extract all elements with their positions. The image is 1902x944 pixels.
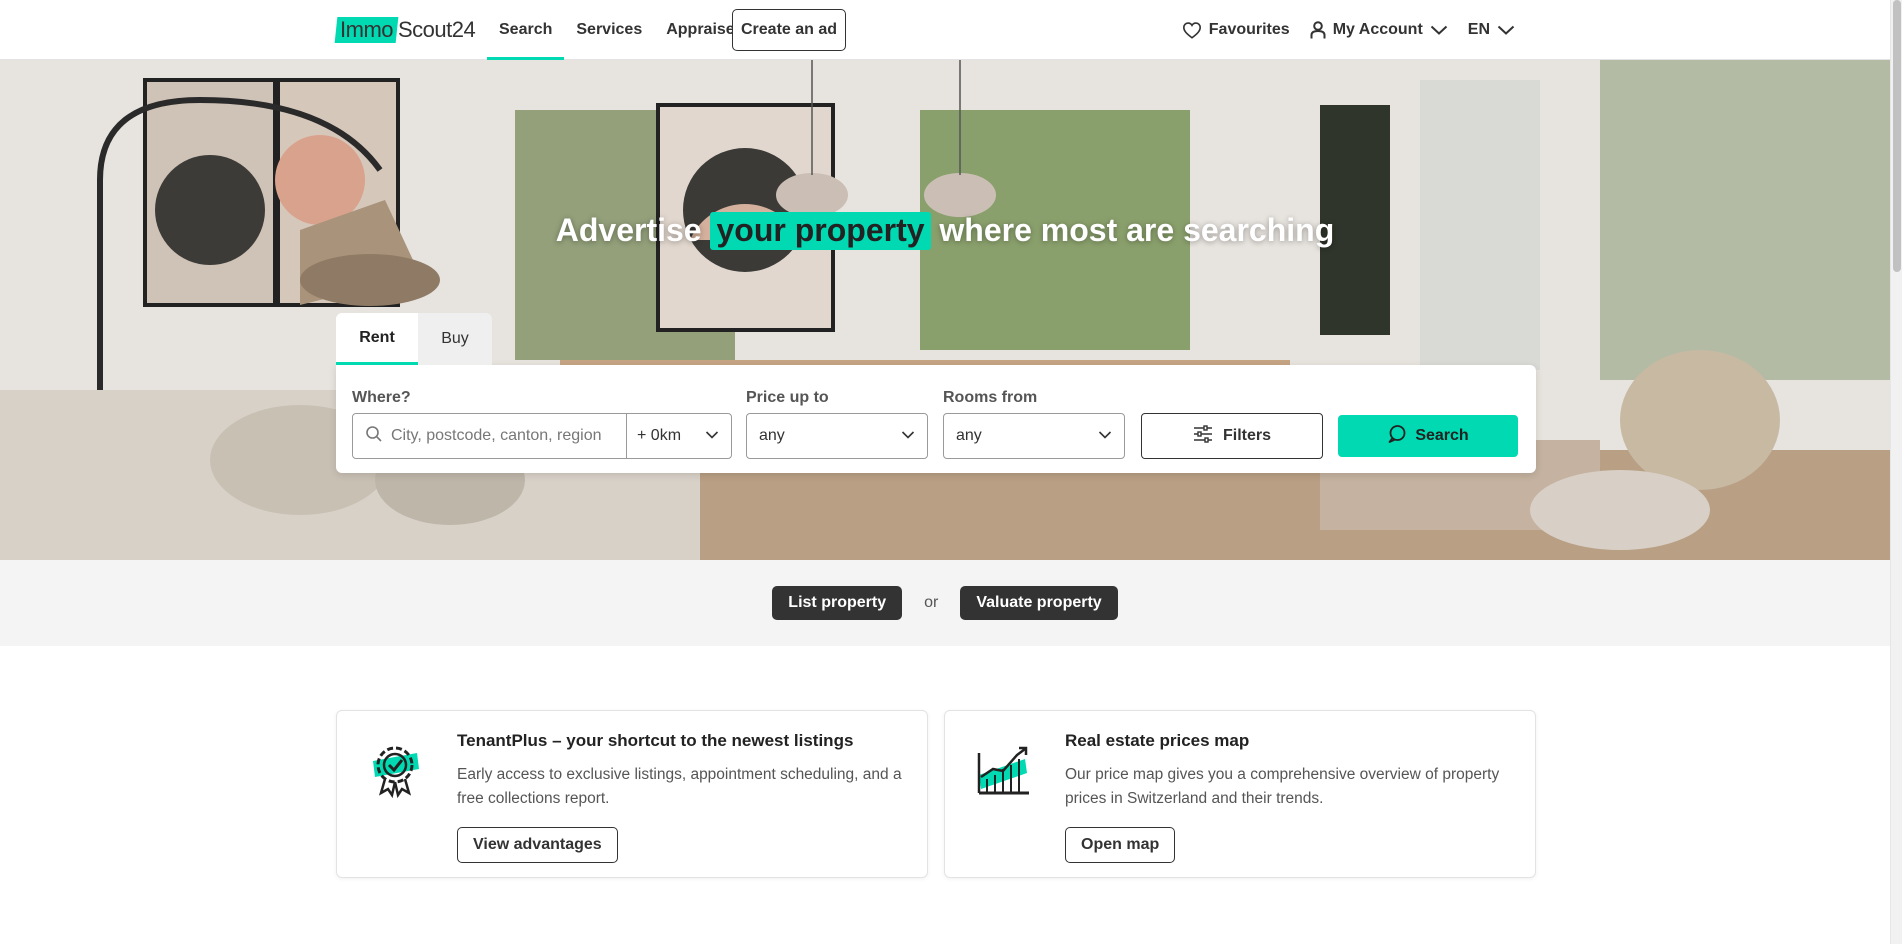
rooms-select[interactable]: any [943, 413, 1125, 459]
card-text: Our price map gives you a comprehensive … [1065, 766, 1500, 807]
hero-title-post: where most are searching [939, 212, 1335, 248]
user-icon [1310, 21, 1326, 39]
location-input-wrapper[interactable] [353, 414, 627, 458]
tenantplus-card: TenantPlus – your shortcut to the newest… [336, 710, 928, 878]
hero-title-pre: Advertise [555, 212, 702, 248]
valuate-property-button[interactable]: Valuate property [960, 586, 1118, 620]
chevron-down-icon [705, 427, 719, 445]
language-select[interactable]: EN [1468, 21, 1515, 39]
scrollbar-thumb[interactable] [1893, 0, 1901, 272]
favourites-link[interactable]: Favourites [1182, 21, 1290, 39]
main-nav: Search Services Appraise [487, 0, 747, 60]
cta-strip: List property or Valuate property [0, 560, 1890, 646]
card-text: Early access to exclusive listings, appo… [457, 766, 902, 807]
my-account-label: My Account [1332, 21, 1423, 38]
search-panel: Where? + 0km Price up to any Rooms from … [336, 365, 1536, 473]
logo-text-immo: Immo [340, 17, 393, 42]
hero-banner: Advertise your property where most are s… [0, 60, 1890, 560]
price-value: any [759, 427, 785, 444]
card-title: Real estate prices map [1065, 731, 1250, 750]
filters-button[interactable]: Filters [1141, 413, 1323, 459]
badge-check-icon [365, 739, 425, 799]
rooms-label: Rooms from [943, 389, 1038, 406]
view-advantages-button[interactable]: View advantages [457, 827, 618, 863]
price-chart-icon [973, 739, 1033, 799]
logo-text-scout24: Scout24 [398, 17, 476, 42]
where-label: Where? [352, 389, 411, 406]
tab-buy[interactable]: Buy [418, 313, 492, 365]
radius-value: + 0km [637, 427, 682, 444]
price-select[interactable]: any [746, 413, 928, 459]
or-separator: or [924, 594, 939, 611]
header-actions: Favourites My Account EN [1182, 0, 1515, 60]
chat-search-icon [1387, 424, 1407, 449]
sliders-icon [1193, 424, 1213, 448]
card-title: TenantPlus – your shortcut to the newest… [457, 731, 854, 750]
favourites-label: Favourites [1208, 21, 1290, 38]
price-map-card: Real estate prices map Our price map giv… [944, 710, 1536, 878]
location-input[interactable] [391, 427, 611, 445]
tab-rent[interactable]: Rent [336, 313, 418, 365]
my-account-menu[interactable]: My Account [1310, 21, 1448, 39]
radius-select[interactable]: + 0km [627, 414, 731, 458]
chevron-down-icon [1497, 24, 1515, 36]
chevron-down-icon [1098, 427, 1112, 445]
rent-buy-tabs: Rent Buy [336, 313, 492, 365]
location-search-box: + 0km [352, 413, 732, 459]
language-label: EN [1467, 21, 1490, 38]
price-label: Price up to [746, 389, 829, 406]
top-header: Immo Scout24 Search Services Appraise Cre… [0, 0, 1890, 60]
nav-services[interactable]: Services [564, 0, 654, 60]
hero-title-highlight: your property [710, 212, 931, 250]
logo-mark: Immo [334, 17, 399, 43]
nav-search[interactable]: Search [487, 0, 565, 60]
list-property-button[interactable]: List property [772, 586, 903, 620]
filters-label: Filters [1222, 427, 1271, 444]
chevron-down-icon [901, 427, 915, 445]
search-button[interactable]: Search [1338, 415, 1518, 457]
rooms-value: any [956, 427, 982, 444]
open-map-button[interactable]: Open map [1065, 827, 1176, 863]
chevron-down-icon [1430, 24, 1448, 36]
search-icon [365, 425, 383, 448]
hero-background-image [0, 60, 1890, 560]
page-scrollbar[interactable] [1890, 0, 1902, 944]
heart-icon [1182, 21, 1202, 39]
create-ad-button[interactable]: Create an ad [732, 9, 847, 51]
immoscout24-logo[interactable]: Immo Scout24 [334, 15, 476, 45]
search-button-label: Search [1415, 427, 1469, 444]
hero-title: Advertise your property where most are s… [0, 212, 1890, 250]
